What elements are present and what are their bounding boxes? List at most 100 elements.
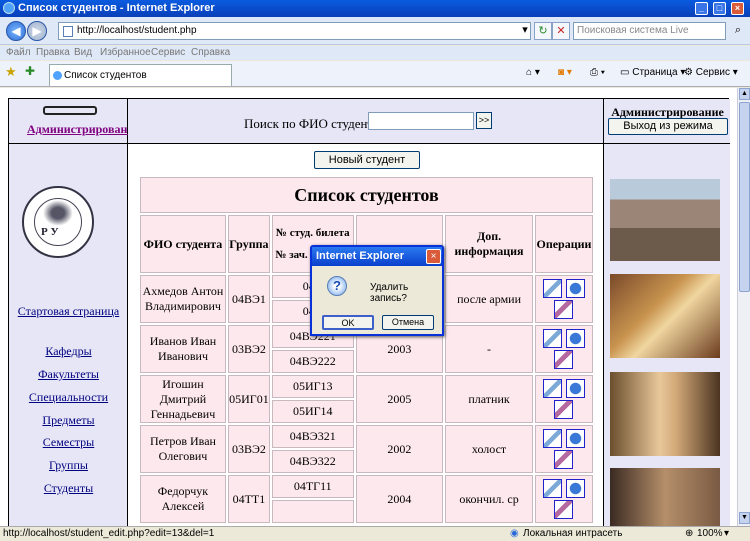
exit-admin-button[interactable]: Выход из режима: [608, 118, 728, 135]
address-dropdown-icon[interactable]: ▾: [516, 22, 534, 40]
stop-icon[interactable]: ✕: [552, 22, 570, 40]
ie-app-icon: [3, 2, 15, 14]
scrollbar-thumb[interactable]: [739, 102, 750, 292]
sidebar-link-semesters[interactable]: Семестры: [9, 435, 128, 450]
campus-interior-photo: [610, 372, 720, 456]
delete-icon[interactable]: [565, 429, 585, 448]
cell-fio: Петров Иван Олегович: [140, 425, 226, 473]
tab-title: Список студентов: [64, 70, 147, 81]
sidebar-link-subjects[interactable]: Предметы: [9, 413, 128, 428]
status-bar: http://localhost/student_edit.php?edit=1…: [0, 526, 750, 541]
tools-menu-label: Сервис: [695, 67, 730, 78]
zoom-level[interactable]: 100%: [697, 528, 723, 539]
cell-ticket: 04ВЭ321: [271, 425, 354, 448]
col-header-fio: ФИО студента: [140, 215, 226, 273]
menu-favorites[interactable]: Избранное: [100, 47, 151, 58]
menu-edit[interactable]: Правка: [36, 47, 70, 58]
edit-icon[interactable]: [542, 479, 562, 498]
maximize-button[interactable]: □: [713, 2, 726, 15]
address-url: http://localhost/student.php: [77, 25, 197, 36]
admin-link[interactable]: Администрирование: [27, 122, 140, 137]
details-icon[interactable]: [554, 500, 574, 519]
table-title: Список студентов: [140, 177, 593, 213]
tab-active[interactable]: Список студентов: [49, 64, 232, 86]
cell-info: окончил. ср: [445, 475, 533, 523]
edit-icon[interactable]: [542, 279, 562, 298]
menu-file[interactable]: Файл: [6, 47, 31, 58]
search-input[interactable]: [368, 112, 474, 130]
add-favorite-icon[interactable]: ✚: [25, 64, 35, 78]
cell-info: после армии: [445, 275, 533, 323]
cell-group: 03ВЭ2: [227, 325, 270, 373]
details-icon[interactable]: [554, 450, 574, 469]
new-student-button[interactable]: Новый студент: [314, 151, 420, 169]
cell-ops: [534, 375, 593, 423]
delete-icon[interactable]: [565, 329, 585, 348]
minimize-button[interactable]: _: [695, 2, 708, 15]
search-icon[interactable]: ⌕: [729, 22, 747, 40]
search-engine-input[interactable]: Поисковая система Live: [573, 22, 726, 40]
forward-button[interactable]: ▶: [27, 21, 47, 41]
favorites-star-icon[interactable]: ★: [5, 64, 17, 80]
details-icon[interactable]: [554, 400, 574, 419]
sidebar-link-home[interactable]: Стартовая страница: [9, 304, 128, 319]
home-icon[interactable]: ⌂ ▾: [526, 67, 540, 78]
sidebar-link-specialties[interactable]: Специальности: [9, 390, 128, 405]
print-icon[interactable]: ⎙ ▾: [590, 67, 605, 78]
sidebar-link-departments[interactable]: Кафедры: [9, 344, 128, 359]
cell-fio: Ахмедов Антон Владимирович: [140, 275, 226, 323]
sidebar-link-groups[interactable]: Группы: [9, 458, 128, 473]
sidebar-link-students[interactable]: Студенты: [9, 481, 128, 496]
address-input[interactable]: http://localhost/student.php: [58, 22, 531, 40]
dialog-close-button[interactable]: ×: [426, 249, 441, 264]
scroll-up-icon[interactable]: ▲: [739, 88, 750, 100]
cell-year: 2004: [355, 475, 444, 523]
scroll-down-icon[interactable]: ▼: [739, 512, 750, 524]
tools-menu[interactable]: ⚙ Сервис ▾: [684, 67, 738, 78]
table-row: Игошин Дмитрий Геннадьевич 05ИГ01 05ИГ13 20…: [140, 375, 593, 423]
cell-ticket: 04ТГ11: [271, 475, 354, 498]
confirm-dialog: Internet Explorer × ? Удалить запись? OK…: [310, 245, 444, 336]
cell-book: 04ВЭ222: [271, 350, 354, 373]
cell-year: 2002: [355, 425, 444, 473]
delete-icon[interactable]: [565, 279, 585, 298]
col-header-ticket-label: № студ. билета: [275, 227, 350, 239]
details-icon[interactable]: [554, 300, 574, 319]
delete-icon[interactable]: [565, 379, 585, 398]
refresh-icon[interactable]: ↻: [534, 22, 552, 40]
vertical-scrollbar[interactable]: ▲ ▼: [737, 88, 750, 526]
menu-tools[interactable]: Сервис: [151, 47, 185, 58]
details-icon[interactable]: [554, 350, 574, 369]
cell-book: [271, 500, 354, 523]
delete-icon[interactable]: [565, 479, 585, 498]
back-button[interactable]: ◀: [6, 21, 26, 41]
cell-ops: [534, 475, 593, 523]
search-submit-button[interactable]: >>: [476, 112, 492, 129]
search-label: Поиск по ФИО студента: [244, 116, 380, 131]
edit-icon[interactable]: [542, 429, 562, 448]
feeds-icon[interactable]: ◙ ▾: [558, 67, 572, 78]
cell-book: 04ВЭ322: [271, 450, 354, 473]
menu-help[interactable]: Справка: [191, 47, 230, 58]
cell-ops: [534, 325, 593, 373]
zoom-dropdown-icon[interactable]: ▾: [724, 528, 729, 539]
edit-icon[interactable]: [542, 379, 562, 398]
address-toolbar: ◀ ▶ http://localhost/student.php ▾ ↻ ✕ П…: [0, 17, 750, 45]
menu-bar: Файл Правка Вид Избранное Сервис Справка: [0, 46, 750, 60]
dialog-cancel-button[interactable]: Отмена: [382, 315, 434, 330]
edit-icon[interactable]: [542, 329, 562, 348]
window-title: Список студентов - Internet Explorer: [18, 2, 215, 14]
zoom-icon[interactable]: ⊕: [685, 528, 693, 539]
sidebar-link-faculties[interactable]: Факультеты: [9, 367, 128, 382]
close-window-button[interactable]: ×: [731, 2, 744, 15]
table-row: Федорчук Алексей 04ТТ1 04ТГ11 2004 окончил. …: [140, 475, 593, 523]
page-menu[interactable]: ▭ Страница ▾: [620, 67, 685, 78]
tab-bar: ★ ✚ Список студентов ⌂ ▾ ◙ ▾ ⎙ ▾ ▭ Стран…: [0, 61, 750, 87]
dialog-ok-button[interactable]: OK: [322, 315, 374, 330]
intranet-icon: ◉: [510, 528, 519, 539]
header-search: Поиск по ФИО студента >>: [128, 99, 603, 144]
cell-info: -: [445, 325, 533, 373]
header-left: Администрирование: [9, 99, 140, 144]
cell-group: 05ИГ01: [227, 375, 270, 423]
menu-view[interactable]: Вид: [74, 47, 92, 58]
